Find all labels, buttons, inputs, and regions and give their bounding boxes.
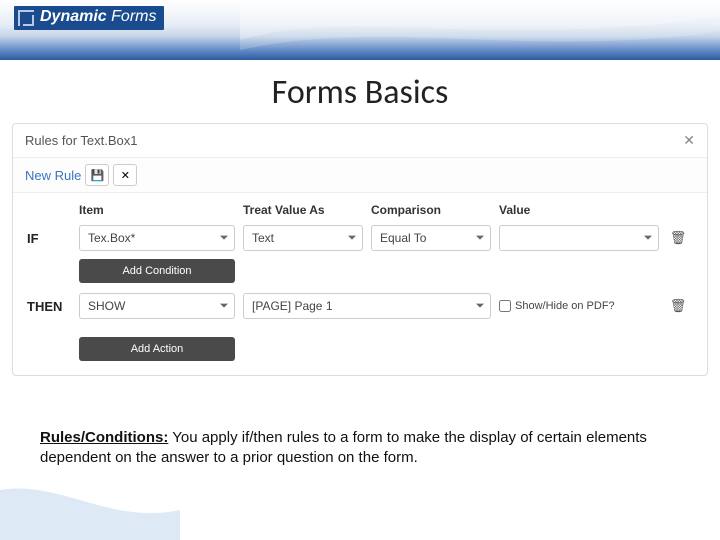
trash-icon: 🗑	[670, 298, 687, 314]
collapse-button[interactable]: ✕	[113, 164, 137, 186]
logo-text-rest: Forms	[107, 8, 157, 25]
expand-icon: ✕	[121, 169, 130, 182]
panel-title: Rules for Text.Box1	[25, 133, 137, 148]
pdf-checkbox-input[interactable]	[499, 300, 511, 312]
action-verb-select[interactable]: SHOW	[79, 293, 235, 319]
save-button[interactable]: 💾	[85, 164, 109, 186]
condition-value-select[interactable]	[499, 225, 659, 251]
add-condition-button[interactable]: Add Condition	[79, 259, 235, 283]
logo-text-bold: Dynamic	[40, 8, 107, 25]
condition-treat-select[interactable]: Text	[243, 225, 363, 251]
new-rule-link[interactable]: New Rule	[25, 168, 81, 183]
header-wave	[240, 0, 720, 60]
trash-icon: 🗑	[670, 230, 687, 246]
page-title: Forms Basics	[0, 72, 720, 113]
footer-wave	[0, 480, 180, 540]
show-hide-pdf-checkbox[interactable]: Show/Hide on PDF?	[499, 300, 659, 312]
pdf-checkbox-label: Show/Hide on PDF?	[515, 300, 615, 312]
close-icon[interactable]: ✕	[683, 132, 695, 149]
delete-condition-button[interactable]: 🗑	[667, 227, 689, 249]
caption-lead: Rules/Conditions:	[40, 429, 168, 446]
add-action-button[interactable]: Add Action	[79, 337, 235, 361]
action-target-select[interactable]: [PAGE] Page 1	[243, 293, 491, 319]
logo-glyph-icon	[18, 10, 34, 26]
col-value: Value	[499, 203, 659, 217]
then-label: THEN	[27, 299, 71, 314]
header-banner: Dynamic Forms	[0, 0, 720, 60]
rules-panel: Rules for Text.Box1 ✕ New Rule 💾 ✕ Item …	[12, 123, 708, 376]
condition-comparison-select[interactable]: Equal To	[371, 225, 491, 251]
if-label: IF	[27, 231, 71, 246]
col-item: Item	[79, 203, 235, 217]
save-icon: 💾	[91, 169, 105, 182]
condition-item-select[interactable]: Tex.Box*	[79, 225, 235, 251]
col-treat: Treat Value As	[243, 203, 363, 217]
col-comparison: Comparison	[371, 203, 491, 217]
delete-action-button[interactable]: 🗑	[667, 295, 689, 317]
brand-logo: Dynamic Forms	[14, 6, 164, 30]
caption-text: Rules/Conditions: You apply if/then rule…	[40, 428, 680, 469]
